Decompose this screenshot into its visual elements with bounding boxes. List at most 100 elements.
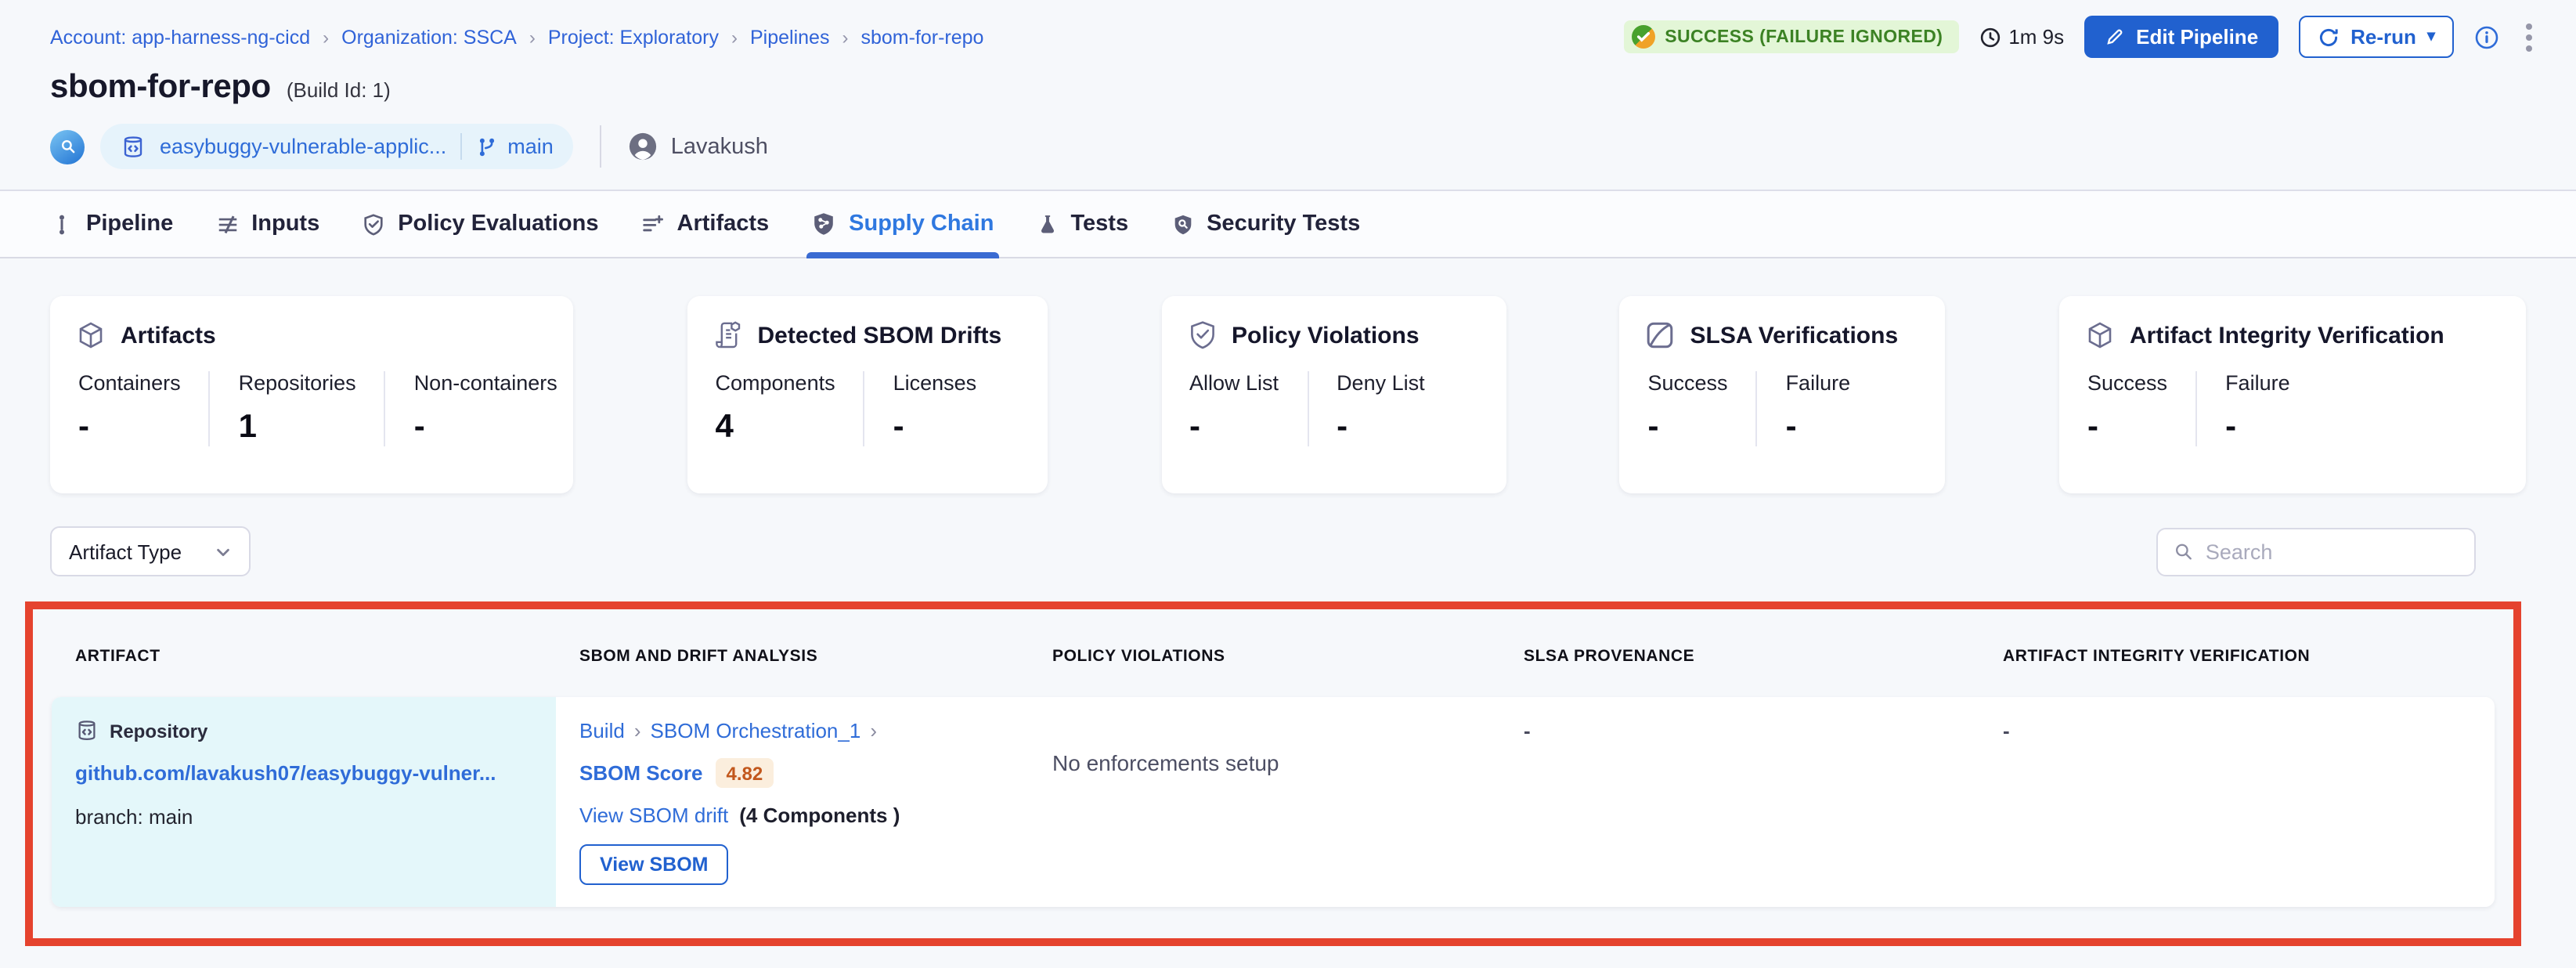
metric-label: Allow List (1189, 371, 1279, 395)
slsa-provenance-cell: - (1500, 697, 1979, 907)
search-input[interactable] (2206, 540, 2459, 563)
trigger-type-icon[interactable] (50, 129, 85, 164)
flask-icon (1036, 213, 1058, 235)
refresh-icon (2318, 26, 2340, 48)
info-icon[interactable] (2474, 24, 2499, 49)
chevron-down-icon: ▾ (2427, 29, 2435, 45)
annotation-highlight-box: ARTIFACT SBOM AND DRIFT ANALYSIS POLICY … (25, 601, 2521, 946)
search-icon (2174, 540, 2193, 562)
cube-icon (2084, 320, 2116, 351)
repo-name-link[interactable]: easybuggy-vulnerable-applic... (160, 135, 446, 158)
clock-icon (1979, 26, 2001, 48)
shield-check-icon (362, 212, 385, 236)
page-title: sbom-for-repo (50, 69, 271, 107)
integrity-verification-value: - (2003, 719, 2010, 742)
table-row: Repository github.com/lavakush07/easybug… (52, 697, 2495, 907)
avatar (629, 132, 658, 161)
tab-label: Inputs (251, 211, 319, 237)
metric-label: Failure (2225, 371, 2290, 395)
top-bar: Account: app-harness-ng-cicd › Organizat… (0, 0, 2576, 58)
tab-security-tests[interactable]: Security Tests (1171, 191, 1360, 257)
card-title: Artifact Integrity Verification (2130, 322, 2444, 349)
execution-path: Build › SBOM Orchestration_1 › (579, 719, 1005, 742)
stage-link[interactable]: Build (579, 719, 625, 742)
breadcrumb-project[interactable]: Project: Exploratory (548, 26, 719, 48)
tab-artifacts[interactable]: Artifacts (641, 191, 770, 257)
status-badge: SUCCESS (FAILURE IGNORED) (1624, 20, 1958, 53)
tab-label: Pipeline (86, 211, 173, 237)
breadcrumb-pipeline-name[interactable]: sbom-for-repo (860, 26, 983, 48)
metric-label: Success (2087, 371, 2167, 395)
repository-icon (121, 134, 146, 159)
metric-label: Components (716, 371, 835, 395)
chevron-down-icon (215, 543, 232, 560)
tab-policy-evaluations[interactable]: Policy Evaluations (362, 191, 598, 257)
metric-label: Repositories (239, 371, 356, 395)
duration: 1m 9s (1979, 25, 2064, 49)
artifact-type-label: Repository (110, 720, 207, 742)
artifact-branch: branch: main (75, 805, 532, 829)
metric-value: - (893, 409, 977, 446)
integrity-verification-cell: - (1979, 697, 2495, 907)
pipeline-icon (50, 212, 74, 236)
tab-bar: Pipeline Inputs Policy Evaluations Artif… (0, 190, 2576, 258)
chevron-right-icon: › (634, 719, 641, 742)
supply-chain-content: Artifacts Containers- Repositories1 Non-… (0, 258, 2576, 946)
list-plus-icon (641, 212, 665, 236)
more-options-menu[interactable] (2520, 16, 2538, 57)
breadcrumb-account[interactable]: Account: app-harness-ng-cicd (50, 26, 310, 48)
metric-value: - (1648, 409, 1728, 446)
repo-pill: easybuggy-vulnerable-applic... main (100, 124, 574, 169)
breadcrumb-organization[interactable]: Organization: SSCA (341, 26, 517, 48)
tab-tests[interactable]: Tests (1036, 191, 1128, 257)
chevron-right-icon: › (842, 26, 848, 48)
card-policy-violations: Policy Violations Allow List- Deny List- (1161, 296, 1506, 493)
build-id: (Build Id: 1) (287, 78, 391, 102)
sbom-drift-cell: Build › SBOM Orchestration_1 › SBOM Scor… (556, 697, 1029, 907)
triggered-by-user: Lavakush (629, 132, 768, 161)
tab-supply-chain[interactable]: Supply Chain (811, 191, 994, 257)
edit-pipeline-button[interactable]: Edit Pipeline (2084, 16, 2278, 58)
success-failure-ignored-icon (1632, 25, 1655, 49)
table-header: ARTIFACT SBOM AND DRIFT ANALYSIS POLICY … (52, 634, 2495, 688)
sbom-score-link[interactable]: SBOM Score (579, 761, 703, 785)
tab-inputs[interactable]: Inputs (215, 191, 319, 257)
metric-value: 4 (716, 409, 835, 446)
tab-label: Security Tests (1207, 211, 1360, 237)
rerun-label: Re-run (2351, 25, 2416, 49)
policy-violations-text: No enforcements setup (1052, 750, 1279, 775)
metric-value: - (1337, 409, 1425, 446)
breadcrumb-pipelines[interactable]: Pipelines (750, 26, 829, 48)
metric-value: - (78, 409, 181, 446)
step-link[interactable]: SBOM Orchestration_1 (651, 719, 861, 742)
column-header-policy: POLICY VIOLATIONS (1029, 634, 1500, 688)
tab-pipeline[interactable]: Pipeline (50, 191, 173, 257)
artifact-repo-link[interactable]: github.com/lavakush07/easybuggy-vulner..… (75, 761, 532, 785)
shield-check-icon (1186, 320, 1218, 351)
metric-value: 1 (239, 409, 356, 446)
tab-label: Supply Chain (849, 211, 994, 237)
divider (601, 125, 602, 168)
status-text: SUCCESS (FAILURE IGNORED) (1665, 27, 1943, 46)
metric-value: - (414, 409, 557, 446)
card-title: SLSA Verifications (1690, 322, 1899, 349)
chevron-right-icon: › (870, 719, 877, 742)
view-sbom-button[interactable]: View SBOM (579, 844, 728, 885)
sbom-scroll-icon (713, 320, 744, 351)
tab-label: Policy Evaluations (398, 211, 598, 237)
tab-label: Artifacts (677, 211, 770, 237)
rerun-button[interactable]: Re-run ▾ (2299, 16, 2454, 58)
view-sbom-drift-link[interactable]: View SBOM drift (579, 804, 728, 827)
edit-pipeline-label: Edit Pipeline (2136, 25, 2258, 49)
breadcrumb: Account: app-harness-ng-cicd › Organizat… (50, 26, 983, 48)
card-title: Detected SBOM Drifts (758, 322, 1002, 349)
card-title: Policy Violations (1232, 322, 1420, 349)
branch-link[interactable]: main (507, 135, 554, 158)
artifact-type-label: Artifact Type (69, 540, 182, 563)
column-header-artifact: ARTIFACT (52, 634, 556, 688)
artifact-type-select[interactable]: Artifact Type (50, 526, 251, 576)
drift-component-count: (4 Components ) (739, 804, 900, 827)
column-header-integrity: ARTIFACT INTEGRITY VERIFICATION (1979, 634, 2495, 688)
card-sbom-drifts: Detected SBOM Drifts Components 4 License… (687, 296, 1048, 493)
metric-label: Licenses (893, 371, 977, 395)
